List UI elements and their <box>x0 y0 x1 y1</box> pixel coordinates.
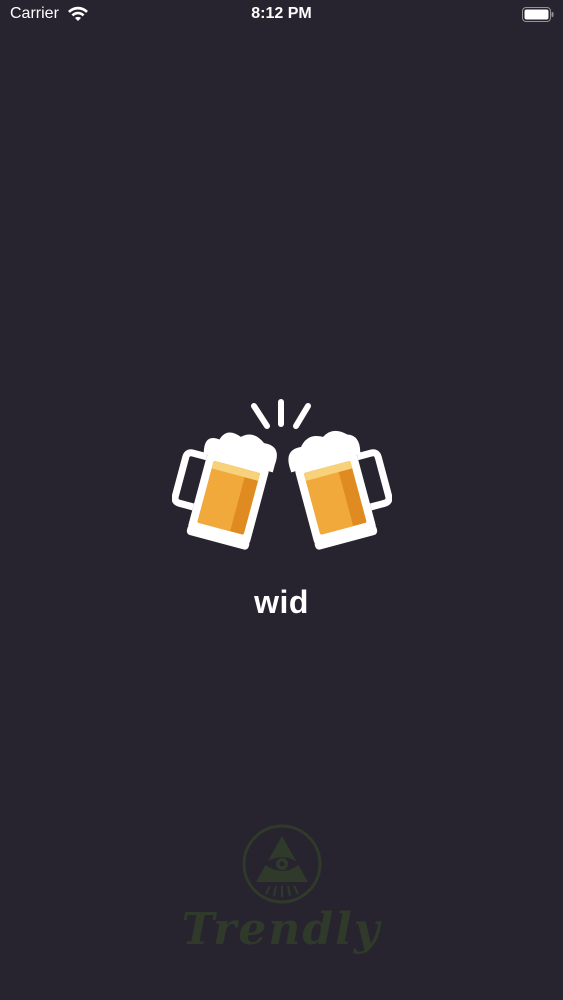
brand-wordmark: Trendly <box>181 904 382 955</box>
battery-icon <box>522 7 554 22</box>
status-time: 8:12 PM <box>251 5 312 22</box>
cheers-beer-mugs-icon <box>172 399 392 550</box>
eye-triangle-emblem-icon <box>242 824 322 904</box>
status-bar: Carrier 8:12 PM <box>0 0 563 30</box>
app-name: wid <box>254 584 309 620</box>
